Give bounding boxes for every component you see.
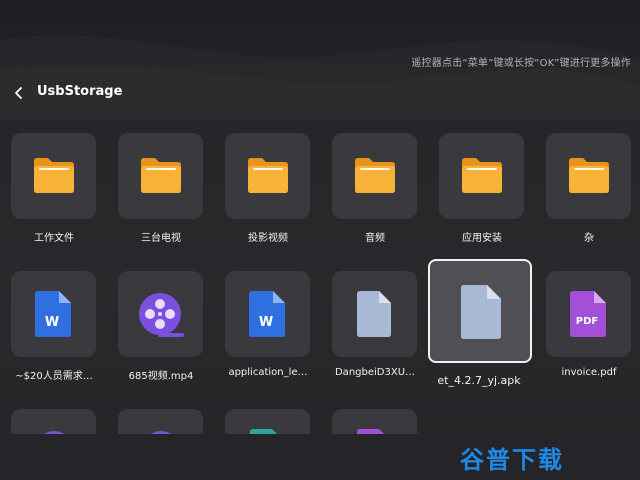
folder-icon [141,158,181,193]
video-file-icon [139,293,184,337]
file-tile-apk-focused[interactable] [428,259,532,363]
folder-label: 音频 [365,233,385,244]
folder-tile-work[interactable] [11,133,96,219]
folder-label: 工作文件 [34,233,74,244]
pdf-file-icon: PDF [570,291,606,337]
file-tile-pdf[interactable]: PDF [546,271,631,357]
folder-icon [34,158,74,193]
file-label: invoice.pdf [561,367,617,378]
folder-tile-tv[interactable] [118,133,203,219]
file-label: ~$20人员需求… [15,371,93,382]
folder-label: 杂 [584,233,594,244]
folder-tile-audio[interactable] [332,133,417,219]
back-arrow-icon[interactable] [12,85,26,101]
file-tile-video[interactable] [118,271,203,357]
remote-hint-text: 遥控器点击“菜单”键或长按“OK”键进行更多操作 [411,58,631,69]
folder-icon [569,158,609,193]
generic-file-icon [461,285,501,339]
folder-label: 应用安装 [462,233,502,244]
folder-label: 投影视频 [248,233,288,244]
file-label: application_le… [228,367,308,378]
file-browser-screen: 遥控器点击“菜单”键或长按“OK”键进行更多操作 UsbStorage 工作文件… [0,0,640,480]
generic-file-icon [357,291,391,337]
watermark-logo: 谷普下载 [460,446,564,474]
svg-text:W: W [45,315,59,330]
word-doc-icon: W [249,291,285,337]
file-tile-dangbei[interactable] [332,271,417,357]
folder-icon [462,158,502,193]
folder-tile-misc[interactable] [546,133,631,219]
folder-icon [355,158,395,193]
folder-tile-apps[interactable] [439,133,524,219]
file-tile-word-2[interactable]: W [225,271,310,357]
folder-tile-projection[interactable] [225,133,310,219]
file-label-focused: et_4.2.7_yj.apk [437,374,521,387]
svg-text:W: W [259,315,273,330]
word-doc-icon: W [35,291,71,337]
file-tile-word-1[interactable]: W [11,271,96,357]
file-label: 685视频.mp4 [128,371,194,382]
file-label: DangbeiD3XU… [334,367,416,378]
folder-icon [248,158,288,193]
page-title: UsbStorage [37,84,123,99]
folder-label: 三台电视 [141,233,181,244]
svg-text:PDF: PDF [576,316,598,327]
